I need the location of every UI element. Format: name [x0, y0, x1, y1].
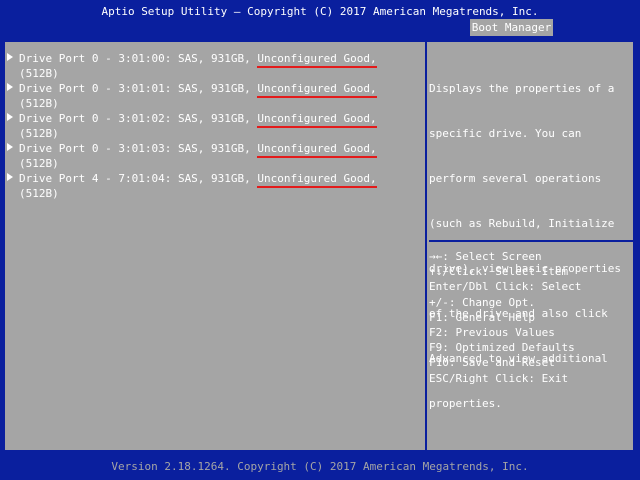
- key-exit: ESC/Right Click: Exit: [429, 371, 569, 385]
- key-legend: →←: Select Screen ↑↓/Click: Select Item …: [429, 249, 629, 386]
- submenu-arrow-icon: [7, 83, 13, 91]
- drive-line1: Drive Port 4 - 7:01:04: SAS, 931GB, Unco…: [19, 171, 377, 188]
- submenu-arrow-icon: [7, 143, 13, 151]
- main-panel: Drive Port 0 - 3:01:00: SAS, 931GB, Unco…: [4, 41, 634, 451]
- drive-info: Drive Port 0 - 3:01:01: SAS, 931GB,: [19, 82, 258, 95]
- drive-info: Drive Port 0 - 3:01:02: SAS, 931GB,: [19, 112, 258, 125]
- key-enter-select: Enter/Dbl Click: Select: [429, 280, 582, 294]
- drive-sector-size: (512B): [19, 157, 59, 170]
- key-select-item: ↑↓/Click: Select Item: [429, 265, 569, 279]
- drive-line1: Drive Port 0 - 3:01:03: SAS, 931GB, Unco…: [19, 141, 377, 158]
- drive-info: Drive Port 4 - 7:01:04: SAS, 931GB,: [19, 172, 258, 185]
- vertical-divider: [425, 42, 427, 450]
- drive-item[interactable]: Drive Port 4 - 7:01:04: SAS, 931GB, Unco…: [5, 171, 423, 201]
- drive-status: Unconfigured Good,: [257, 172, 377, 188]
- key-optimized-defaults: F9: Optimized Defaults: [429, 341, 575, 355]
- header-title: Aptio Setup Utility – Copyright (C) 2017…: [101, 5, 539, 18]
- help-line: Displays the properties of a: [429, 82, 615, 95]
- drive-list: Drive Port 0 - 3:01:00: SAS, 931GB, Unco…: [5, 51, 423, 201]
- submenu-arrow-icon: [7, 53, 13, 61]
- drive-item[interactable]: Drive Port 0 - 3:01:00: SAS, 931GB, Unco…: [5, 51, 423, 81]
- drive-line1: Drive Port 0 - 3:01:01: SAS, 931GB, Unco…: [19, 81, 377, 98]
- tab-boot-manager[interactable]: Boot Manager: [470, 19, 553, 36]
- help-line: perform several operations: [429, 172, 602, 185]
- drive-sector-size: (512B): [19, 67, 59, 80]
- drive-item[interactable]: Drive Port 0 - 3:01:02: SAS, 931GB, Unco…: [5, 111, 423, 141]
- drive-status: Unconfigured Good,: [257, 142, 377, 158]
- key-previous-values: F2: Previous Values: [429, 325, 555, 339]
- submenu-arrow-icon: [7, 113, 13, 121]
- drive-status: Unconfigured Good,: [257, 52, 377, 68]
- key-save-reset: F10: Save and Reset: [429, 356, 555, 370]
- drive-line1: Drive Port 0 - 3:01:00: SAS, 931GB, Unco…: [19, 51, 377, 68]
- drive-sector-size: (512B): [19, 97, 59, 110]
- drive-sector-size: (512B): [19, 127, 59, 140]
- bios-header: Aptio Setup Utility – Copyright (C) 2017…: [0, 0, 640, 36]
- drive-status: Unconfigured Good,: [257, 112, 377, 128]
- footer-version: Version 2.18.1264. Copyright (C) 2017 Am…: [111, 460, 529, 473]
- submenu-arrow-icon: [7, 173, 13, 181]
- help-line: specific drive. You can: [429, 127, 582, 140]
- drive-status: Unconfigured Good,: [257, 82, 377, 98]
- drive-sector-size: (512B): [19, 187, 59, 200]
- drive-item[interactable]: Drive Port 0 - 3:01:01: SAS, 931GB, Unco…: [5, 81, 423, 111]
- help-line: properties.: [429, 397, 502, 410]
- drive-info: Drive Port 0 - 3:01:03: SAS, 931GB,: [19, 142, 258, 155]
- help-line: (such as Rebuild, Initialize: [429, 217, 615, 230]
- key-change-opt: +/-: Change Opt.: [429, 295, 535, 309]
- key-select-screen: →←: Select Screen: [429, 250, 542, 263]
- drive-item[interactable]: Drive Port 0 - 3:01:03: SAS, 931GB, Unco…: [5, 141, 423, 171]
- horizontal-divider: [429, 240, 634, 242]
- drive-info: Drive Port 0 - 3:01:00: SAS, 931GB,: [19, 52, 258, 65]
- key-general-help: F1: General Help: [429, 310, 535, 324]
- drive-line1: Drive Port 0 - 3:01:02: SAS, 931GB, Unco…: [19, 111, 377, 128]
